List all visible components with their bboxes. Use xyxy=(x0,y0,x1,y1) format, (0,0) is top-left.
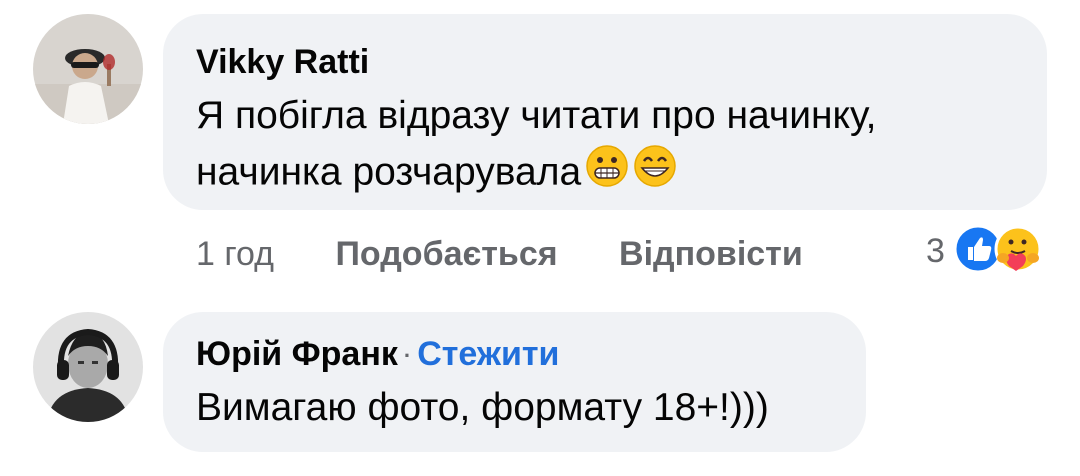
avatar[interactable] xyxy=(33,312,143,422)
reaction-count: 3 xyxy=(926,232,945,270)
comment-author-row: Юрій Франк · Стежити xyxy=(196,334,559,376)
comment-bubble: Vikky Ratti Я побігла відразу читати про… xyxy=(163,14,1047,210)
like-button[interactable]: Подобається xyxy=(335,235,557,273)
comment-timestamp[interactable]: 1 год xyxy=(196,235,274,273)
comment-bubble: Юрій Франк · Стежити Вимагаю фото, формату… xyxy=(163,312,866,452)
avatar[interactable] xyxy=(33,14,143,124)
comment-author[interactable]: Юрій Франк xyxy=(196,335,398,373)
comment-item: Vikky Ratti Я побігла відразу читати про… xyxy=(0,0,1080,300)
reply-button[interactable]: Відповісти xyxy=(619,235,803,273)
beaming-face-emoji xyxy=(633,144,677,204)
comment-text: Я побігла відразу читати про начинку, на… xyxy=(196,88,876,204)
comment-actions: 1 год Подобається Відповісти xyxy=(196,234,803,274)
follow-button[interactable]: Стежити xyxy=(417,335,559,373)
comment-text-line: начинка розчарувала xyxy=(196,150,582,194)
comment-text: Вимагаю фото, формату 18+!))) xyxy=(196,380,769,436)
comment-text-line-2: начинка розчарувала xyxy=(196,144,876,204)
reaction-summary[interactable]: 3 xyxy=(926,224,1043,279)
grimacing-face-emoji xyxy=(585,144,629,204)
comment-text-line: Вимагаю фото, формату 18+!))) xyxy=(196,386,769,429)
care-reaction-icon xyxy=(993,224,1043,279)
separator-dot: · xyxy=(403,343,412,369)
comment-text-line: Я побігла відразу читати про начинку, xyxy=(196,94,877,137)
comment-author[interactable]: Vikky Ratti xyxy=(196,42,369,82)
comment-item: Юрій Франк · Стежити Вимагаю фото, формату… xyxy=(0,300,1080,476)
